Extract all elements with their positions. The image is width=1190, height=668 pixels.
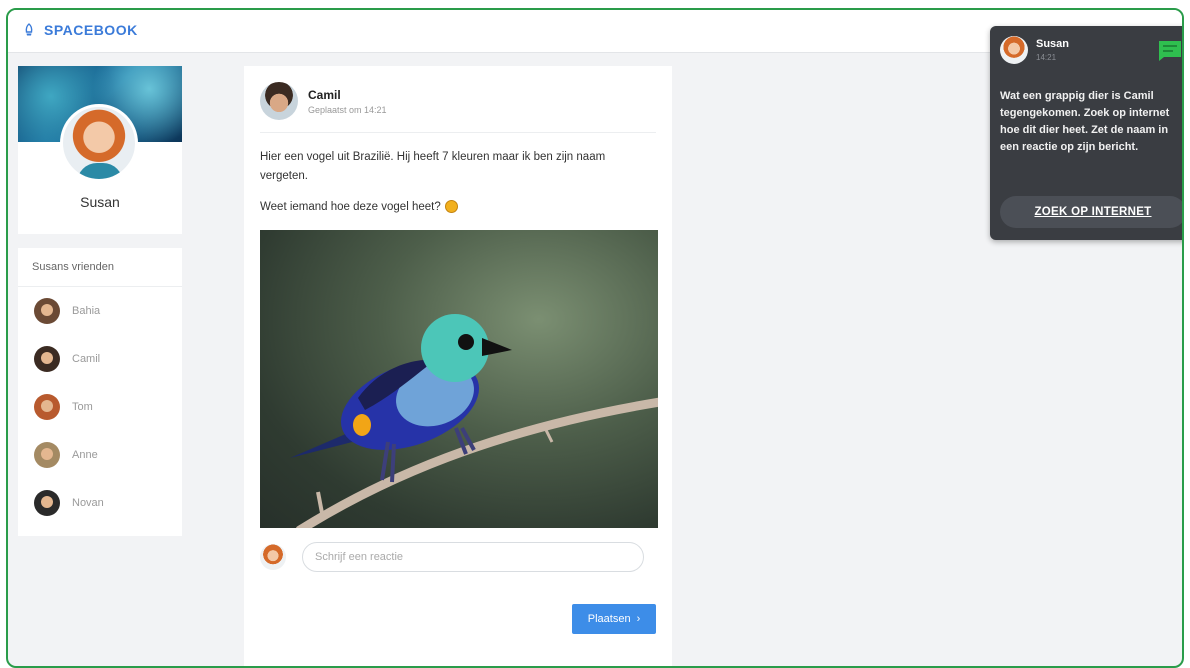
profile-card: Susan — [18, 66, 182, 234]
chevron-right-icon: › — [636, 613, 641, 625]
brand-logo[interactable]: SPACEBOOK — [22, 22, 138, 38]
friend-avatar — [34, 394, 60, 420]
friend-name: Bahia — [72, 305, 101, 317]
submit-label: Plaatsen — [587, 613, 631, 625]
post-text: Hier een vogel uit Brazilië. Hij heeft 7… — [260, 151, 606, 182]
friends-title: Susans vrienden — [18, 248, 182, 287]
app-frame: SPACEBOOK Susan Susans vrienden Bahia Cam… — [6, 8, 1184, 668]
chat-header: Susan 14:21 — [1000, 36, 1069, 64]
bird-photo — [260, 230, 658, 528]
post-time: Geplaatst om 14:21 — [308, 104, 387, 115]
friend-name: Tom — [72, 401, 93, 413]
friend-name: Novan — [72, 497, 104, 509]
post-card: Camil Geplaatst om 14:21 Hier een vogel … — [244, 66, 672, 666]
profile-avatar[interactable] — [60, 104, 138, 182]
author-name[interactable]: Camil — [308, 88, 387, 102]
friend-avatar — [34, 490, 60, 516]
chat-popup: Susan 14:21 Wat een grappig dier is Cami… — [990, 26, 1182, 240]
chat-sender-name: Susan — [1036, 38, 1070, 50]
divider — [260, 132, 656, 133]
friend-name: Camil — [72, 353, 101, 365]
post-header: Camil Geplaatst om 14:21 — [260, 82, 387, 120]
message-icon[interactable] — [1158, 40, 1182, 62]
brand-name: SPACEBOOK — [44, 22, 138, 38]
search-internet-button[interactable]: ZOEK OP INTERNET — [1000, 196, 1182, 228]
rocket-icon — [25, 23, 33, 36]
friend-list: Bahia Camil Tom Anne Novan — [18, 287, 182, 527]
friends-card: Susans vrienden Bahia Camil Tom Anne Novan — [18, 248, 182, 536]
thinking-emoji-icon — [444, 200, 458, 213]
friend-avatar — [34, 442, 60, 468]
friend-item[interactable]: Bahia — [18, 287, 182, 335]
friend-item[interactable]: Camil — [18, 335, 182, 383]
comment-row — [260, 542, 644, 572]
friend-avatar — [34, 346, 60, 372]
friend-avatar — [34, 298, 60, 324]
profile-name[interactable]: Susan — [18, 194, 182, 210]
submit-comment-button[interactable]: Plaatsen › — [572, 604, 656, 634]
friend-name: Anne — [72, 449, 98, 461]
friend-item[interactable]: Anne — [18, 431, 182, 479]
chat-message: Wat een grappig dier is Camil tegengekom… — [1000, 90, 1170, 153]
post-question: Weet iemand hoe deze vogel heet? — [260, 200, 458, 213]
chat-time: 14:21 — [1036, 53, 1057, 62]
friend-item[interactable]: Novan — [18, 479, 182, 527]
commenter-avatar — [260, 544, 286, 570]
bird-illustration — [290, 314, 658, 528]
post-question-text: Weet iemand hoe deze vogel heet? — [260, 200, 441, 213]
friend-item[interactable]: Tom — [18, 383, 182, 431]
chat-avatar — [1000, 36, 1028, 64]
comment-input[interactable] — [302, 542, 644, 572]
author-avatar[interactable] — [260, 82, 298, 120]
